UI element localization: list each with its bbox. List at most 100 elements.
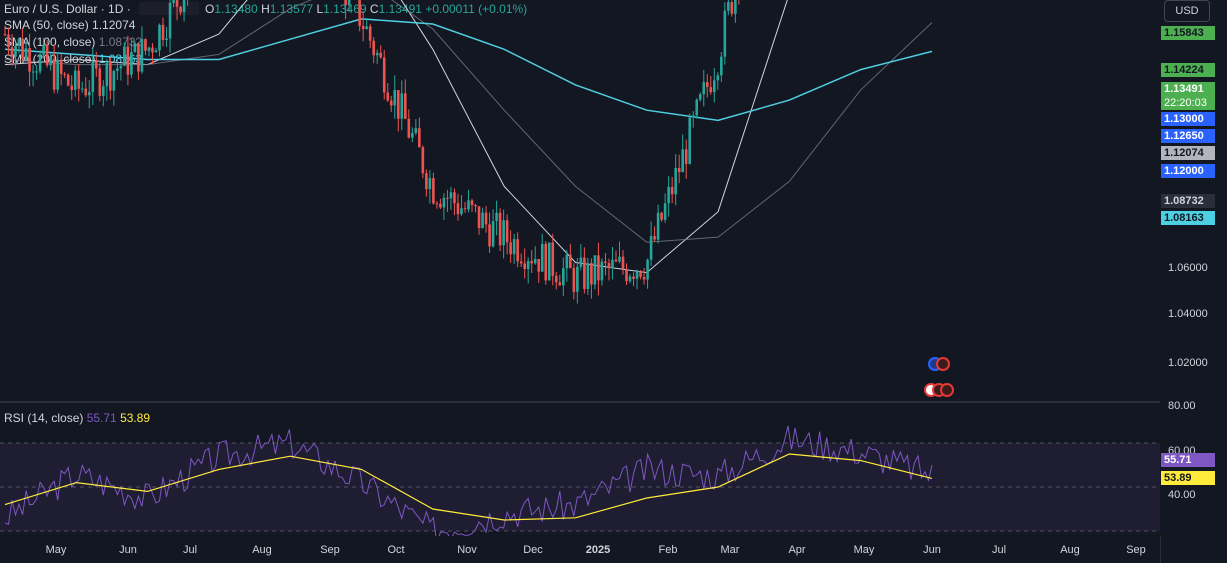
candle-body — [576, 266, 579, 292]
candle-body — [677, 167, 681, 173]
candle-body — [112, 70, 116, 91]
candle-body — [147, 47, 151, 51]
candle-body — [84, 88, 88, 96]
candle-body — [656, 212, 660, 240]
candle-body — [175, 0, 179, 7]
sma-line-1[interactable] — [4, 0, 932, 274]
candle-body — [446, 197, 449, 199]
candle-body — [474, 204, 477, 207]
candle-body — [28, 48, 31, 72]
candle-body — [572, 268, 576, 292]
currency-button[interactable]: USD — [1164, 0, 1210, 22]
candle-body — [80, 88, 84, 90]
candle-body — [31, 71, 35, 73]
candle-body — [505, 220, 509, 243]
candle-body — [358, 0, 361, 26]
time-axis-label: Aug — [252, 544, 272, 556]
rsi-chart[interactable] — [0, 404, 1160, 536]
countdown-tag: 22:20:03 — [1161, 96, 1215, 110]
price-tag-8: 1.08732 — [1161, 194, 1215, 208]
candle-body — [512, 239, 516, 255]
candle-body — [526, 261, 530, 269]
rsi-value: 55.71 — [86, 411, 117, 425]
price-tag-3: 1.13491 — [1161, 82, 1215, 96]
candle-body — [653, 236, 656, 240]
candle-body — [428, 178, 432, 190]
legend-rsi[interactable]: RSI (14, close) 55.71 53.89 — [4, 410, 150, 426]
price-axis-label: 1.06000 — [1168, 262, 1208, 274]
candle-body — [393, 90, 397, 106]
candle-body — [470, 200, 474, 205]
candle-body — [611, 259, 614, 269]
price-tag-4: 1.13000 — [1161, 112, 1215, 126]
candle-body — [502, 220, 505, 246]
price-tag-9: 1.08163 — [1161, 211, 1215, 225]
candle-body — [621, 256, 625, 269]
candle-body — [102, 86, 105, 96]
candle-body — [632, 276, 635, 279]
candle-body — [705, 82, 709, 88]
time-axis-label: Aug — [1060, 544, 1080, 556]
candle-body — [389, 100, 393, 106]
candle-body — [558, 282, 562, 286]
pane-separator[interactable] — [0, 401, 1227, 403]
time-axis[interactable]: May Jun Jul Aug Sep Oct Nov Dec 2025 Feb Mar Apr May… — [0, 536, 1227, 563]
candle-body — [49, 58, 52, 66]
candle-body — [361, 25, 365, 29]
candle-body — [151, 47, 154, 53]
candle-body — [727, 2, 730, 11]
candle-body — [42, 44, 45, 55]
candle-body — [453, 192, 456, 204]
candle-body — [379, 52, 383, 58]
candle-body — [70, 85, 74, 90]
candle-body — [344, 0, 347, 6]
candle-body — [569, 254, 572, 269]
candle-body — [618, 256, 621, 262]
candle-body — [467, 200, 470, 210]
candle-body — [481, 212, 484, 229]
candle-body — [425, 173, 428, 190]
candle-body — [709, 87, 713, 93]
time-axis-label: Jun — [923, 544, 941, 556]
rsi-tag-2: 53.89 — [1161, 471, 1215, 485]
candle-body — [179, 6, 182, 13]
candle-body — [126, 46, 130, 75]
candle-body — [667, 186, 670, 204]
rsi-ma-value: 53.89 — [120, 411, 151, 425]
candle-body — [87, 91, 91, 96]
candle-body — [98, 68, 102, 96]
candle-body — [365, 26, 368, 29]
candle-body — [59, 59, 63, 74]
time-axis-label: Feb — [658, 544, 678, 556]
candle-body — [460, 208, 463, 215]
eu-event-icon-2[interactable] — [936, 357, 950, 371]
candle-body — [94, 61, 98, 69]
candle-body — [172, 0, 175, 3]
candle-body — [66, 74, 70, 86]
price-axis[interactable]: 1.15843 1.14224 1.13491 1.13000 1.12650 1.120… — [1160, 0, 1227, 536]
candle-body — [684, 149, 688, 164]
candle-body — [495, 212, 498, 222]
candle-body — [593, 255, 597, 285]
candle-body — [449, 192, 453, 199]
time-axis-label: Jul — [991, 544, 1007, 556]
us-event-icon-3[interactable] — [940, 383, 954, 397]
price-chart[interactable] — [0, 0, 1160, 400]
candle-body — [154, 50, 158, 53]
time-axis-label: Apr — [788, 544, 806, 556]
candle-body — [14, 45, 17, 57]
time-axis-label: Sep — [1126, 544, 1146, 556]
price-tag-6: 1.12074 — [1161, 146, 1215, 160]
candle-body — [182, 0, 186, 13]
time-axis-label: May — [853, 544, 875, 556]
time-axis-label: 2025 — [585, 544, 611, 556]
candle-body — [130, 52, 133, 75]
candle-body — [421, 147, 425, 174]
candle-body — [698, 94, 702, 100]
candle-body — [123, 46, 126, 66]
candle-body — [10, 47, 14, 57]
candle-body — [73, 70, 77, 90]
candle-body — [435, 203, 439, 205]
candle-body — [407, 118, 411, 138]
price-axis-label: 1.02000 — [1168, 357, 1208, 369]
